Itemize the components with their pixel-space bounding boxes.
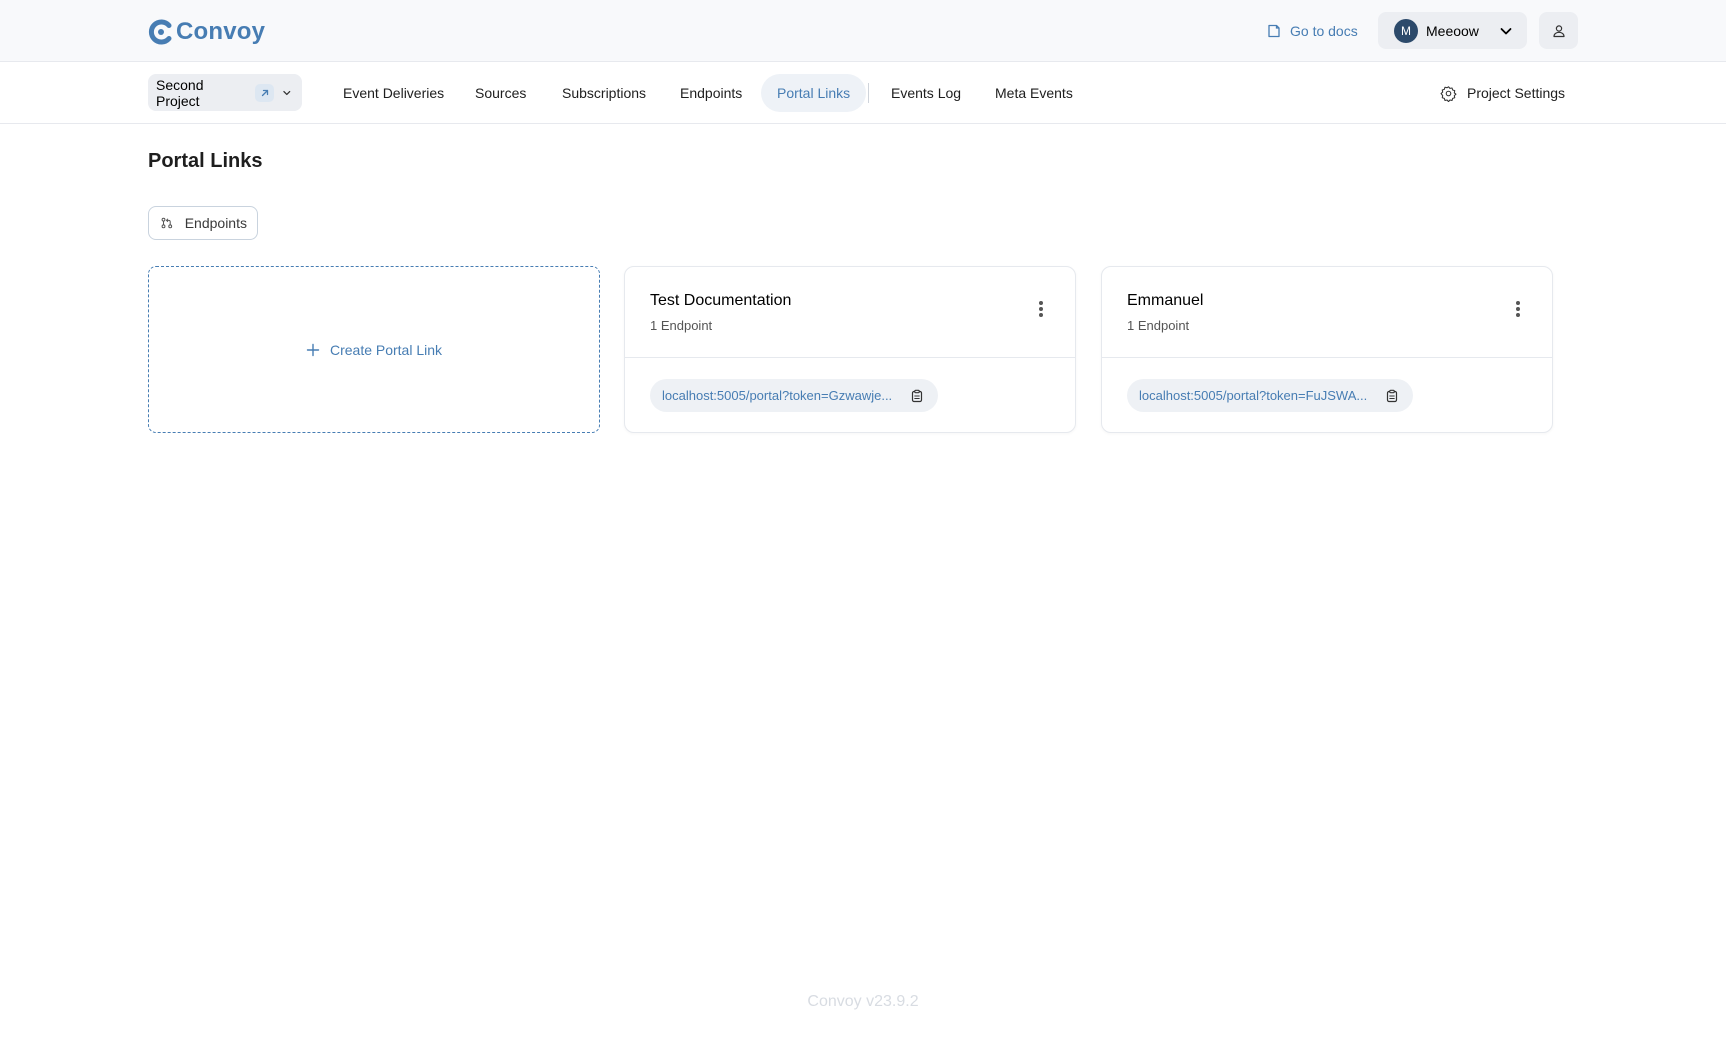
- project-nav: Second Project Event Deliveries Sources …: [0, 62, 1726, 124]
- project-settings-link[interactable]: Project Settings: [1440, 82, 1565, 104]
- go-to-docs-link[interactable]: Go to docs: [1266, 20, 1358, 42]
- clipboard-icon[interactable]: [910, 389, 924, 403]
- more-options-button[interactable]: [1506, 297, 1530, 321]
- portal-link-card: Test Documentation 1 Endpoint localhost:…: [624, 266, 1076, 433]
- user-icon: [1552, 24, 1565, 37]
- project-selector[interactable]: Second Project: [148, 74, 302, 111]
- plus-icon: [306, 343, 320, 356]
- portal-link-url-text: localhost:5005/portal?token=Gzwawje...: [662, 388, 893, 403]
- portal-link-name: Test Documentation: [650, 292, 792, 309]
- go-to-docs-label: Go to docs: [1290, 23, 1358, 39]
- chevron-down-icon: [283, 90, 291, 95]
- book-icon: [1268, 24, 1280, 38]
- more-vertical-icon: [1039, 301, 1043, 317]
- git-pull-request-icon: [161, 217, 173, 229]
- version-footer: Convoy v23.9.2: [807, 993, 919, 1010]
- avatar: M: [1394, 18, 1418, 43]
- card-header: Test Documentation 1 Endpoint: [625, 267, 1075, 358]
- more-options-button[interactable]: [1029, 297, 1053, 321]
- endpoints-filter-label: Endpoints: [184, 215, 247, 231]
- portal-link-url-text: localhost:5005/portal?token=FuJSWA...: [1139, 388, 1368, 403]
- clipboard-icon[interactable]: [1385, 389, 1399, 403]
- project-name: Second Project: [156, 76, 204, 109]
- chevron-down-icon: [1500, 27, 1512, 34]
- portal-link-url[interactable]: localhost:5005/portal?token=Gzwawje...: [650, 379, 939, 412]
- nav-sources[interactable]: Sources: [459, 74, 542, 112]
- arrow-up-right-icon: [255, 83, 275, 102]
- brand-name: Convoy: [176, 18, 266, 45]
- nav-meta-events[interactable]: Meta Events: [979, 74, 1089, 112]
- card-header: Emmanuel 1 Endpoint: [1102, 267, 1552, 358]
- convoy-logo-icon: [148, 19, 172, 45]
- page-title: Portal Links: [148, 150, 263, 172]
- organisation-name: Meeoow: [1426, 22, 1479, 39]
- create-portal-link-label: Create Portal Link: [329, 341, 443, 358]
- nav-subscriptions[interactable]: Subscriptions: [546, 74, 662, 112]
- portal-link-name: Emmanuel: [1127, 292, 1204, 309]
- user-menu-button[interactable]: [1539, 12, 1578, 49]
- endpoint-count: 1 Endpoint: [1127, 318, 1190, 333]
- portal-link-url[interactable]: localhost:5005/portal?token=FuJSWA...: [1127, 379, 1414, 412]
- nav-portal-links[interactable]: Portal Links: [761, 74, 867, 112]
- endpoint-count: 1 Endpoint: [650, 318, 713, 333]
- create-portal-link-button[interactable]: Create Portal Link: [148, 266, 600, 433]
- top-header: Convoy Go to docs M Meeoow: [0, 0, 1726, 62]
- portal-link-card: Emmanuel 1 Endpoint localhost:5005/porta…: [1101, 266, 1553, 433]
- convoy-logo[interactable]: Convoy: [148, 18, 265, 46]
- organisation-switcher[interactable]: M Meeoow: [1378, 12, 1527, 49]
- more-vertical-icon: [1516, 301, 1520, 317]
- nav-events-log[interactable]: Events Log: [875, 74, 977, 112]
- project-settings-label: Project Settings: [1467, 85, 1566, 101]
- nav-endpoints[interactable]: Endpoints: [664, 74, 758, 112]
- gear-icon: [1440, 85, 1457, 102]
- nav-event-deliveries[interactable]: Event Deliveries: [327, 74, 460, 112]
- endpoints-filter-button[interactable]: Endpoints: [148, 206, 258, 240]
- nav-divider: [868, 83, 869, 103]
